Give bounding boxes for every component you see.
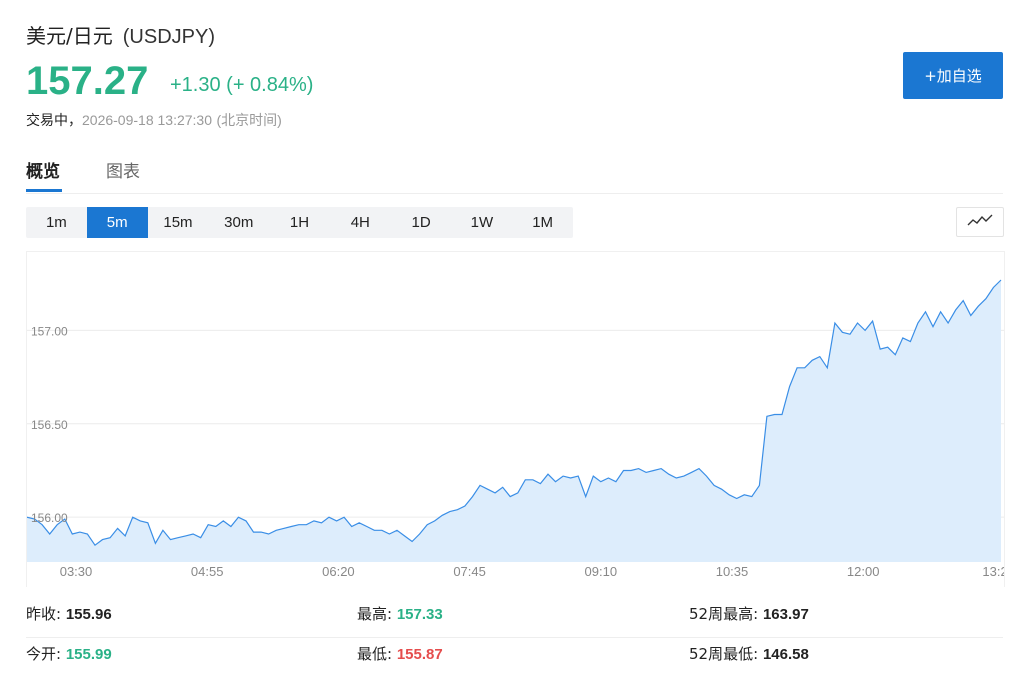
stat-label: 最低: xyxy=(357,645,393,663)
price-chart-svg: 157.00 156.50 156.00 03:30 04:55 06:20 07:45 09… xyxy=(27,279,1004,579)
period-4h[interactable]: 4H xyxy=(330,207,391,238)
stat-open: 今开: 155.99 xyxy=(26,643,112,664)
x-tick-label: 13:2 xyxy=(982,564,1004,579)
y-tick-label: 156.50 xyxy=(31,418,68,432)
stat-52w-low: 52周最低: 146.58 xyxy=(689,643,809,664)
chart-type-button[interactable] xyxy=(956,207,1004,237)
stat-low: 最低: 155.87 xyxy=(357,643,443,664)
pair-name: 美元/日元 xyxy=(26,24,113,48)
tab-bar: 概览 图表 xyxy=(26,150,1003,194)
stat-value: 163.97 xyxy=(762,606,809,623)
tab-chart[interactable]: 图表 xyxy=(106,157,140,182)
stats-panel: 昨收: 155.96 最高: 157.33 52周最高: 163.97 今开: … xyxy=(26,598,1003,677)
stat-prev-close: 昨收: 155.96 xyxy=(26,603,112,624)
stat-label: 52周最低: xyxy=(689,645,759,663)
x-tick-label: 07:45 xyxy=(453,564,486,579)
status-datetime: 2026-09-18 13:27:30 xyxy=(82,112,212,128)
period-15m[interactable]: 15m xyxy=(148,207,209,238)
period-1d[interactable]: 1D xyxy=(391,207,452,238)
period-1w[interactable]: 1W xyxy=(451,207,512,238)
stat-value: 155.99 xyxy=(65,646,112,663)
tab-overview[interactable]: 概览 xyxy=(26,157,60,182)
period-1h[interactable]: 1H xyxy=(269,207,330,238)
stat-label: 52周最高: xyxy=(689,605,759,623)
current-price: 157.27 xyxy=(26,59,149,103)
y-tick-label: 156.00 xyxy=(31,511,68,525)
period-selector: 1m 5m 15m 30m 1H 4H 1D 1W 1M xyxy=(26,207,573,238)
period-5m[interactable]: 5m xyxy=(86,207,148,238)
line-chart-icon xyxy=(967,213,993,232)
price-chart[interactable]: 157.00 156.50 156.00 03:30 04:55 06:20 07:45 09… xyxy=(26,251,1005,587)
x-tick-label: 10:35 xyxy=(716,564,749,579)
stat-value: 157.33 xyxy=(396,606,443,623)
page-title: 美元/日元 (USDJPY) xyxy=(26,20,215,49)
stat-value: 146.58 xyxy=(762,646,809,663)
stat-label: 今开: xyxy=(26,645,62,663)
stat-label: 最高: xyxy=(357,605,393,623)
add-watchlist-button[interactable]: +加自选 xyxy=(903,52,1003,99)
stats-row: 昨收: 155.96 最高: 157.33 52周最高: 163.97 xyxy=(26,598,1003,638)
status-text: 交易中， xyxy=(26,113,82,129)
x-tick-label: 03:30 xyxy=(60,564,93,579)
stat-52w-high: 52周最高: 163.97 xyxy=(689,603,809,624)
x-tick-label: 12:00 xyxy=(847,564,880,579)
pair-code: (USDJPY) xyxy=(122,26,215,48)
trading-status: 交易中，2026-09-18 13:27:30 (北京时间) xyxy=(26,110,282,130)
period-1mo[interactable]: 1M xyxy=(512,207,573,238)
x-tick-label: 06:20 xyxy=(322,564,355,579)
y-tick-label: 157.00 xyxy=(31,324,68,338)
stat-value: 155.87 xyxy=(396,646,443,663)
status-timezone: (北京时间) xyxy=(216,112,282,128)
period-30m[interactable]: 30m xyxy=(208,207,269,238)
stats-row: 今开: 155.99 最低: 155.87 52周最低: 146.58 xyxy=(26,638,1003,677)
period-1m[interactable]: 1m xyxy=(26,207,87,238)
stat-value: 155.96 xyxy=(65,606,112,623)
active-tab-indicator xyxy=(26,189,62,192)
stat-high: 最高: 157.33 xyxy=(357,603,443,624)
price-area xyxy=(27,280,1001,562)
stat-label: 昨收: xyxy=(26,605,62,623)
x-tick-label: 09:10 xyxy=(585,564,618,579)
price-change: +1.30 (+ 0.84%) xyxy=(170,74,314,96)
x-tick-label: 04:55 xyxy=(191,564,224,579)
